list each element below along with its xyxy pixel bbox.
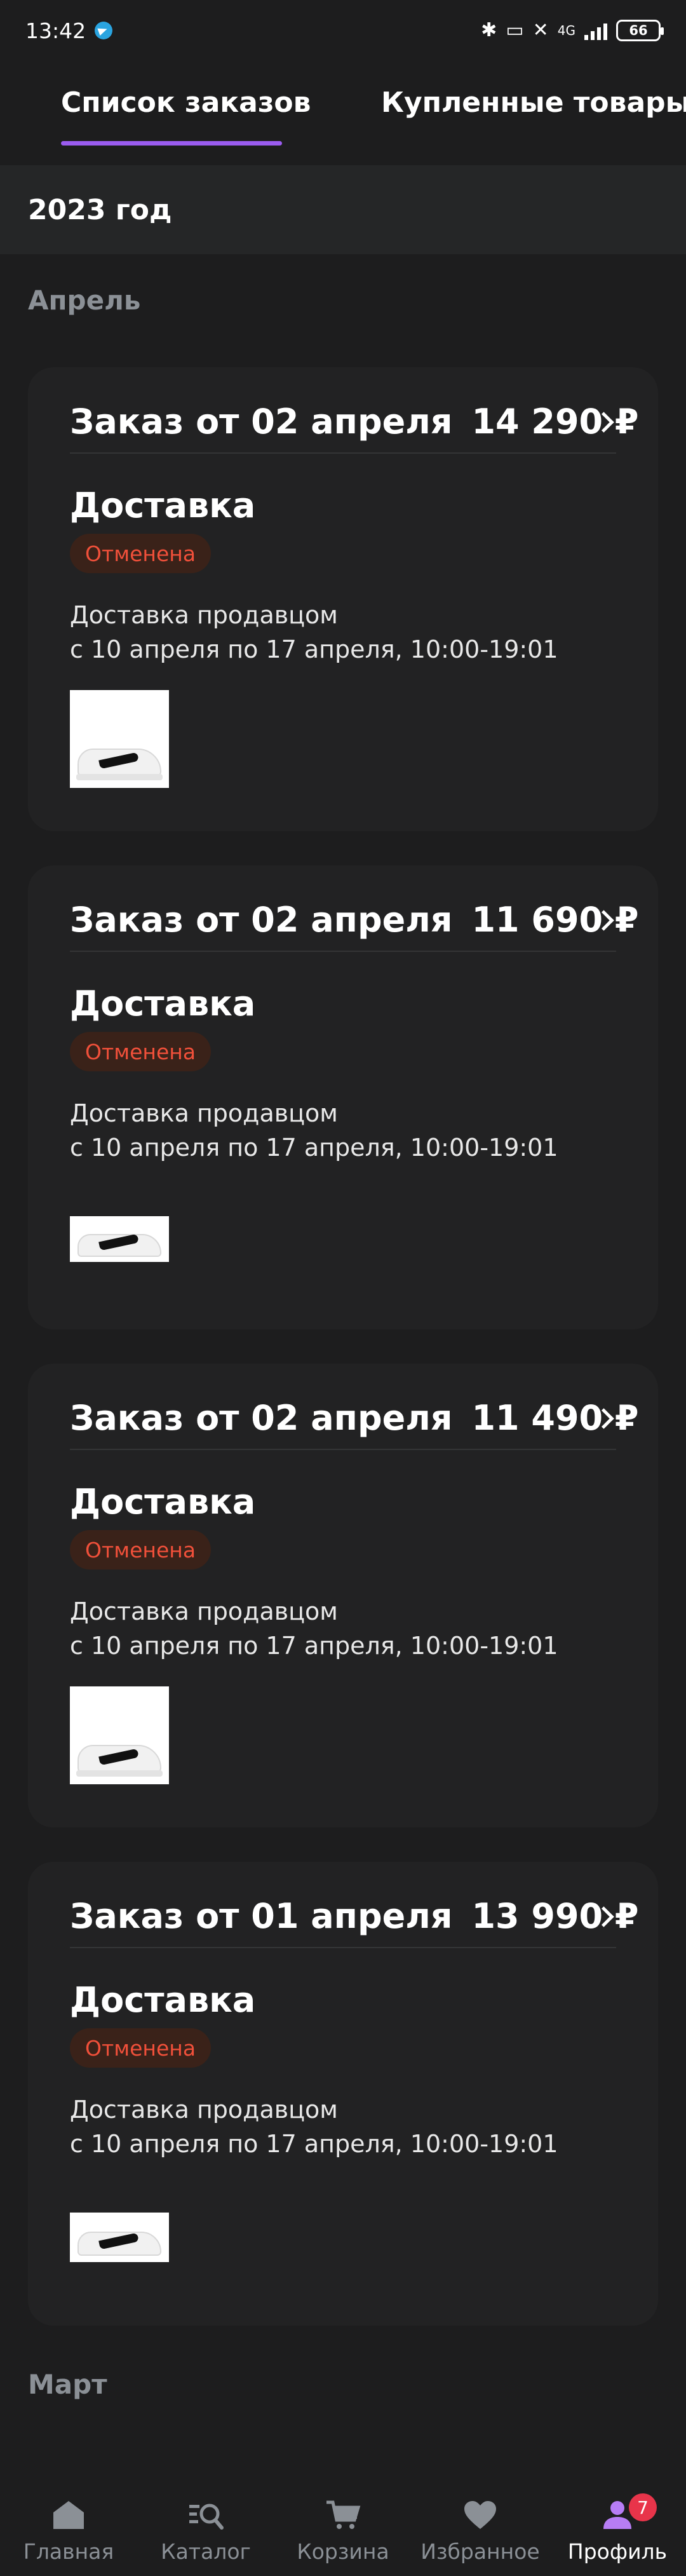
signal-icon: [584, 21, 607, 40]
order-card[interactable]: Заказ от 02 апреля 11 690 ₽ Доставка Отм…: [28, 865, 658, 1329]
nav-cart[interactable]: Корзина: [274, 2478, 412, 2576]
status-text: Отменена: [85, 2035, 196, 2061]
delivery-method: Доставка продавцом: [70, 1597, 338, 1625]
order-card[interactable]: Заказ от 01 апреля 13 990 ₽ Доставка Отм…: [28, 1862, 658, 2326]
order-title: Заказ от 01 апреля: [70, 1895, 453, 1936]
delivery-title: Доставка: [70, 1980, 256, 2020]
nav-catalog-label: Каталог: [161, 2539, 251, 2564]
order-card[interactable]: Заказ от 02 апреля 11 490 ₽ Доставка Отм…: [28, 1364, 658, 1827]
heart-icon: [461, 2498, 499, 2532]
order-header[interactable]: Заказ от 02 апреля 14 290 ₽: [70, 390, 639, 454]
status-text: Отменена: [85, 1039, 196, 1064]
delivery-title: Доставка: [70, 1482, 256, 1522]
year-label: 2023 год: [28, 193, 172, 226]
order-title: Заказ от 02 апреля: [70, 899, 453, 940]
nav-cart-label: Корзина: [297, 2539, 389, 2564]
delivery-window: с 10 апреля по 17 апреля, 10:00-19:01: [70, 2130, 558, 2158]
orders-tabs: Список заказов Купленные товары: [0, 61, 686, 163]
product-thumbnail[interactable]: [70, 690, 169, 788]
delivery-window: с 10 апреля по 17 апреля, 10:00-19:01: [70, 1134, 558, 1162]
chevron-right-icon[interactable]: [591, 1904, 616, 1929]
nav-catalog[interactable]: Каталог: [137, 2478, 274, 2576]
delivery-title: Доставка: [70, 984, 256, 1024]
product-thumbnail[interactable]: [70, 1686, 169, 1784]
order-header[interactable]: Заказ от 02 апреля 11 490 ₽: [70, 1386, 639, 1450]
delivery-method: Доставка продавцом: [70, 1099, 338, 1127]
nav-favorites[interactable]: Избранное: [412, 2478, 549, 2576]
status-badge: Отменена: [70, 534, 212, 573]
home-icon: [50, 2498, 88, 2532]
order-title: Заказ от 02 апреля: [70, 1397, 453, 1438]
cart-icon: [324, 2498, 362, 2532]
notification-badge: 7: [629, 2493, 657, 2521]
tab-purchased-items[interactable]: Купленные товары: [381, 86, 686, 119]
network-type: 4G: [557, 23, 575, 38]
status-bar: 13:42 ✱ ▭ ✕ 4G 66: [0, 0, 686, 61]
chevron-right-icon[interactable]: [591, 907, 616, 933]
nav-profile-label: Профиль: [567, 2539, 668, 2564]
telegram-icon: [95, 22, 113, 39]
status-time: 13:42: [25, 18, 86, 43]
chevron-right-icon[interactable]: [591, 409, 616, 435]
status-badge: Отменена: [70, 2028, 212, 2068]
bottom-navigation: Главная Каталог Корзина Избранное 7 Проф…: [0, 2478, 686, 2576]
order-header[interactable]: Заказ от 01 апреля 13 990 ₽: [70, 1885, 639, 1948]
month-march: Март: [28, 2369, 107, 2400]
order-card[interactable]: Заказ от 02 апреля 14 290 ₽ Доставка Отм…: [28, 367, 658, 831]
nav-home[interactable]: Главная: [0, 2478, 137, 2576]
vibrate-icon: ▭: [506, 19, 524, 41]
nav-home-label: Главная: [23, 2539, 114, 2564]
month-april: Апрель: [28, 285, 141, 316]
delivery-title: Доставка: [70, 485, 256, 525]
product-thumbnail[interactable]: [70, 2213, 169, 2262]
delivery-method: Доставка продавцом: [70, 601, 338, 629]
chevron-right-icon[interactable]: [591, 1406, 616, 1431]
status-text: Отменена: [85, 1537, 196, 1563]
delivery-method: Доставка продавцом: [70, 2096, 338, 2124]
battery-level: 66: [629, 23, 648, 38]
status-badge: Отменена: [70, 1032, 212, 1071]
product-thumbnail[interactable]: [70, 1216, 169, 1262]
delivery-window: с 10 апреля по 17 апреля, 10:00-19:01: [70, 635, 558, 663]
delivery-window: с 10 апреля по 17 апреля, 10:00-19:01: [70, 1632, 558, 1660]
order-header[interactable]: Заказ от 02 апреля 11 690 ₽: [70, 888, 639, 952]
status-text: Отменена: [85, 541, 196, 566]
order-title: Заказ от 02 апреля: [70, 401, 453, 442]
status-badge: Отменена: [70, 1530, 212, 1569]
active-tab-indicator: [61, 141, 282, 146]
tab-order-list[interactable]: Список заказов: [61, 86, 311, 119]
nav-favorites-label: Избранное: [420, 2539, 540, 2564]
nav-profile[interactable]: 7 Профиль: [549, 2478, 686, 2576]
catalog-search-icon: [187, 2498, 225, 2532]
mute-icon: ✕: [532, 19, 549, 41]
year-header: 2023 год: [0, 165, 686, 254]
bluetooth-icon: ✱: [481, 19, 497, 41]
battery-icon: 66: [616, 20, 664, 41]
